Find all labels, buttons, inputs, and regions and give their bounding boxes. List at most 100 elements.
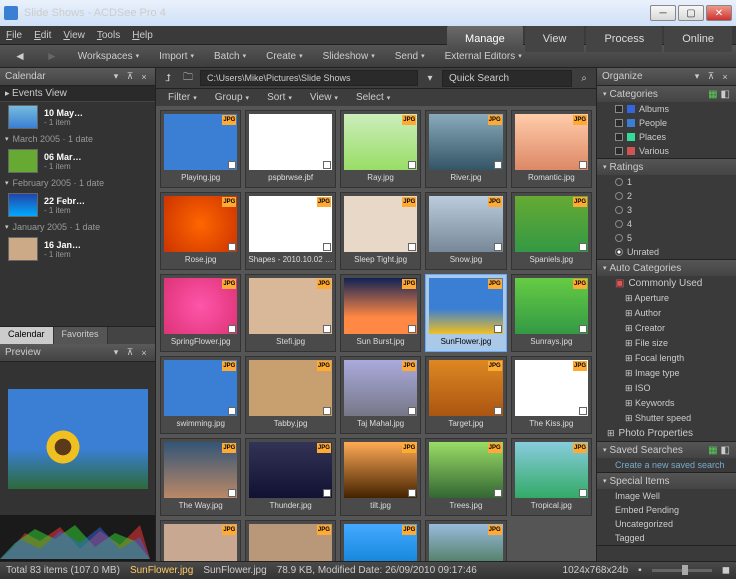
rating-item[interactable]: 4 [597,217,736,231]
auto-category-item[interactable]: ⊞ Author [597,306,736,321]
panel-close-icon[interactable]: × [719,71,731,83]
folder-up-icon[interactable]: ⮥ [160,70,176,86]
ratings-header[interactable]: ▾Ratings [597,159,736,175]
toolbar-import[interactable]: Import ▾ [151,48,202,65]
auto-category-item[interactable]: ⊞ Focal length [597,351,736,366]
preview-image[interactable] [0,362,155,515]
thumbnail[interactable]: JPGSun Burst.jpg [340,274,421,352]
categories-header[interactable]: ▾Categories▦ ◧ [597,86,736,102]
thumbnail[interactable]: JPGSpaniels.jpg [511,192,592,270]
calendar-event[interactable]: 10 May…- 1 item [0,102,155,132]
rating-item[interactable]: 1 [597,175,736,189]
calendar-group[interactable]: ▾February 2005 · 1 date [0,176,155,190]
mode-tab-process[interactable]: Process [586,26,662,52]
photo-properties-item[interactable]: ⊞ Photo Properties [597,426,736,441]
filter-group[interactable]: Group ▾ [207,89,257,106]
search-input[interactable]: Quick Search [442,70,572,87]
thumbnail[interactable]: JPGPlaying.jpg [160,110,241,188]
thumbnail[interactable]: JPGRay.jpg [340,110,421,188]
thumbnail[interactable]: JPGswimming.jpg [160,356,241,434]
panel-menu-icon[interactable]: ▾ [691,71,703,83]
category-item[interactable]: Places [597,130,736,144]
panel-pin-icon[interactable]: ⊼ [124,71,136,83]
menu-file[interactable]: File [6,30,22,41]
panel-close-icon[interactable]: × [138,347,150,359]
path-field[interactable]: C:\Users\Mike\Pictures\Slide Shows [200,70,418,86]
thumbnail[interactable]: JPGSunFlower.jpg [425,274,506,352]
auto-category-item[interactable]: ⊞ Image type [597,366,736,381]
thumbnail[interactable]: JPGtwins.jpg [160,520,241,561]
maximize-button[interactable]: ▢ [678,5,704,21]
panel-menu-icon[interactable]: ▾ [110,347,122,359]
toolbar-slideshow[interactable]: Slideshow ▾ [315,48,383,65]
thumbnail[interactable]: JPGThe Way.jpg [160,438,241,516]
close-button[interactable]: ✕ [706,5,732,21]
thumbnail[interactable]: JPGTrees.jpg [425,438,506,516]
thumbnail[interactable]: pspbrwse.jbf [245,110,336,188]
toolbar-workspaces[interactable]: Workspaces ▾ [70,48,147,65]
thumbnail[interactable]: JPGRomantic.jpg [511,110,592,188]
rating-item[interactable]: 3 [597,203,736,217]
commonly-used-item[interactable]: ▣Commonly Used [597,276,736,291]
menu-view[interactable]: View [63,30,85,41]
tool-icon[interactable]: ◧ [721,445,730,456]
tool-icon[interactable]: ◧ [721,89,730,100]
saved-searches-header[interactable]: ▾Saved Searches▦ ◧ [597,442,736,458]
thumbnail[interactable]: JPGThe Kiss.jpg [511,356,592,434]
thumbnail[interactable]: JPGTropical.jpg [511,438,592,516]
thumbnail[interactable]: JPGTaj Mahal.jpg [340,356,421,434]
panel-close-icon[interactable]: × [138,71,150,83]
toolbar-create[interactable]: Create ▾ [258,48,311,65]
preview-panel-header[interactable]: Preview ▾ ⊼ × [0,344,155,362]
auto-category-item[interactable]: ⊞ ISO [597,381,736,396]
menu-help[interactable]: Help [132,30,153,41]
events-view-header[interactable]: ▸ Events View [0,86,155,102]
thumbnail[interactable]: JPGShapes - 2010.10.02 … [245,192,336,270]
filter-view[interactable]: View ▾ [302,89,346,106]
auto-category-item[interactable]: ⊞ Keywords [597,396,736,411]
toolbar-send[interactable]: Send ▾ [387,48,433,65]
mode-tab-online[interactable]: Online [664,26,732,52]
calendar-group[interactable]: ▾January 2005 · 1 date [0,220,155,234]
thumbnail[interactable]: JPGWedding 1.jpg [425,520,506,561]
category-item[interactable]: Albums [597,102,736,116]
mode-tab-manage[interactable]: Manage [447,26,523,52]
thumbnail[interactable]: JPGRiver.jpg [425,110,506,188]
thumbnail[interactable]: JPGUp.jpg [340,520,421,561]
filter-filter[interactable]: Filter ▾ [160,89,205,106]
nav-back-button[interactable]: ◄ [6,46,34,66]
path-dropdown-icon[interactable]: ▾ [422,70,438,86]
auto-category-item[interactable]: ⊞ Shutter speed [597,411,736,426]
thumbnail[interactable]: JPGtilt.jpg [340,438,421,516]
filter-sort[interactable]: Sort ▾ [259,89,300,106]
new-search-link[interactable]: Create a new saved search [597,458,736,472]
auto-category-item[interactable]: ⊞ Aperture [597,291,736,306]
toolbar-batch[interactable]: Batch ▾ [206,48,254,65]
tab-favorites[interactable]: Favorites [54,327,108,344]
folder-icon[interactable]: 🗀 [180,70,196,86]
panel-pin-icon[interactable]: ⊼ [705,71,717,83]
nav-fwd-button[interactable]: ► [38,46,66,66]
filter-select[interactable]: Select ▾ [348,89,398,106]
special-item[interactable]: Tagged [597,531,736,545]
thumbnail[interactable]: JPGSnow.jpg [425,192,506,270]
special-item[interactable]: Embed Pending [597,503,736,517]
add-search-icon[interactable]: ▦ [708,445,717,456]
calendar-event[interactable]: 16 Jan…- 1 item [0,234,155,264]
thumbnail[interactable]: JPGThunder.jpg [245,438,336,516]
category-item[interactable]: Various [597,144,736,158]
category-item[interactable]: People [597,116,736,130]
thumbnail[interactable]: JPGStefi.jpg [245,274,336,352]
zoom-in-icon[interactable]: ◼ [722,565,730,576]
add-icon[interactable]: ▦ [708,89,717,100]
zoom-slider[interactable] [652,569,712,572]
thumbnail[interactable]: JPGUncle Mike.jpg [245,520,336,561]
special-items-header[interactable]: ▾Special Items [597,473,736,489]
thumbnail[interactable]: JPGRose.jpg [160,192,241,270]
auto-categories-header[interactable]: ▾Auto Categories [597,260,736,276]
search-icon[interactable]: ⌕ [576,70,592,86]
thumbnail[interactable]: JPGSleep Tight.jpg [340,192,421,270]
special-item[interactable]: Image Well [597,489,736,503]
organize-panel-header[interactable]: Organize ▾ ⊼ × [597,68,736,86]
menu-tools[interactable]: Tools [97,30,120,41]
